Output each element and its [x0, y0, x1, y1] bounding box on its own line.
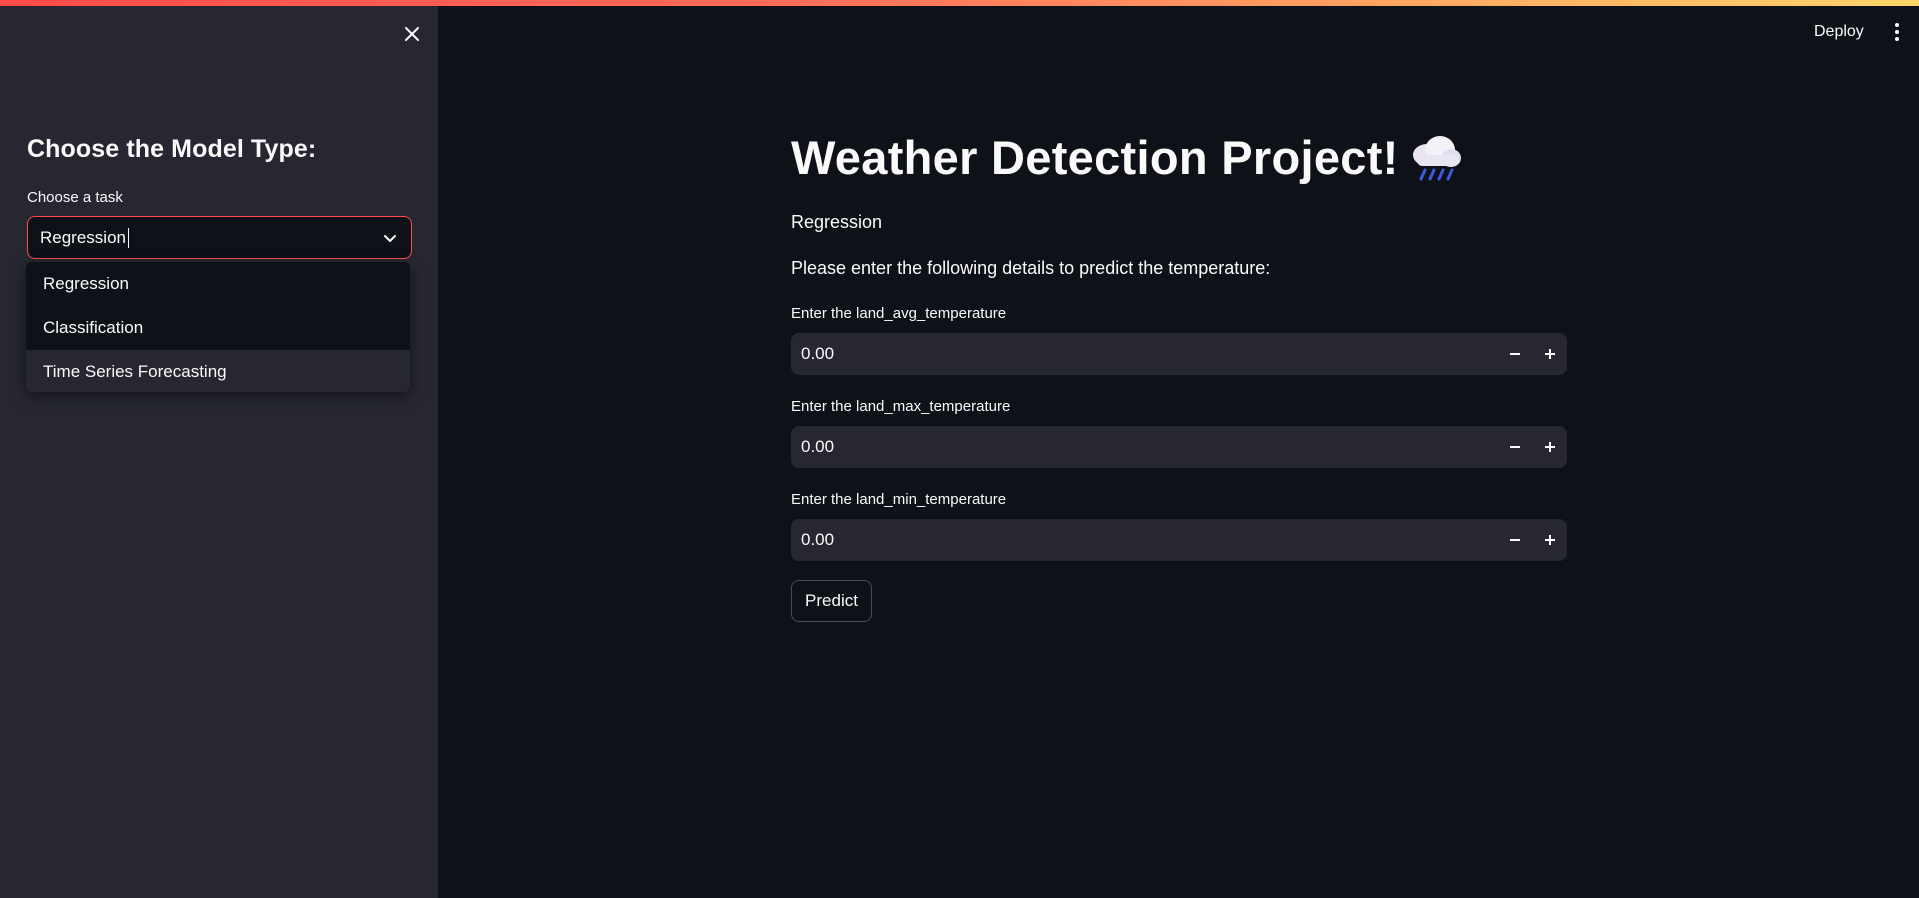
max-temperature-increment-button[interactable]: [1532, 426, 1567, 468]
cloud-with-rain-icon: [1412, 135, 1461, 180]
dropdown-option-classification[interactable]: Classification: [26, 306, 410, 350]
main-menu-button[interactable]: [1889, 20, 1905, 44]
minus-icon: [1509, 353, 1520, 355]
dropdown-option-regression[interactable]: Regression: [26, 262, 410, 306]
page-title-text: Weather Detection Project!: [791, 131, 1399, 184]
predict-button[interactable]: Predict: [791, 580, 872, 622]
text-caret: [128, 227, 129, 248]
avg-temperature-decrement-button[interactable]: [1497, 333, 1532, 375]
close-icon: [405, 27, 419, 41]
page-title: Weather Detection Project!: [791, 130, 1463, 185]
minus-icon: [1509, 539, 1520, 541]
avg-temperature-increment-button[interactable]: [1532, 333, 1567, 375]
plus-icon: [1544, 535, 1555, 545]
avg-temperature-input: 0.00: [791, 333, 1567, 375]
deploy-button[interactable]: Deploy: [1808, 21, 1870, 43]
max-temperature-label: Enter the land_max_temperature: [791, 398, 1011, 415]
close-sidebar-button[interactable]: [398, 20, 426, 48]
select-value: Regression: [40, 227, 126, 247]
minus-icon: [1509, 446, 1520, 448]
mode-text: Regression: [791, 212, 883, 232]
min-temperature-increment-button[interactable]: [1532, 519, 1567, 561]
max-temperature-value[interactable]: 0.00: [791, 437, 1497, 457]
plus-icon: [1544, 349, 1555, 359]
vertical-dots-icon: [1895, 23, 1899, 27]
task-dropdown: Regression Classification Time Series Fo…: [26, 262, 410, 392]
chevron-down-icon: [384, 235, 396, 242]
sidebar-heading: Choose the Model Type:: [27, 135, 317, 163]
avg-temperature-label: Enter the land_avg_temperature: [791, 305, 1007, 322]
plus-icon: [1544, 442, 1555, 452]
min-temperature-value[interactable]: 0.00: [791, 530, 1497, 550]
min-temperature-label: Enter the land_min_temperature: [791, 491, 1007, 508]
dropdown-option-time-series-forecasting[interactable]: Time Series Forecasting: [26, 350, 410, 392]
min-temperature-input: 0.00: [791, 519, 1567, 561]
avg-temperature-value[interactable]: 0.00: [791, 344, 1497, 364]
min-temperature-decrement-button[interactable]: [1497, 519, 1532, 561]
max-temperature-decrement-button[interactable]: [1497, 426, 1532, 468]
sidebar: Choose the Model Type: Choose a task Reg…: [0, 0, 438, 898]
top-decoration-bar: [0, 0, 1919, 6]
instruction-text: Please enter the following details to pr…: [791, 258, 1271, 278]
select-label: Choose a task: [27, 189, 123, 206]
task-select[interactable]: Regression: [27, 216, 412, 259]
max-temperature-input: 0.00: [791, 426, 1567, 468]
